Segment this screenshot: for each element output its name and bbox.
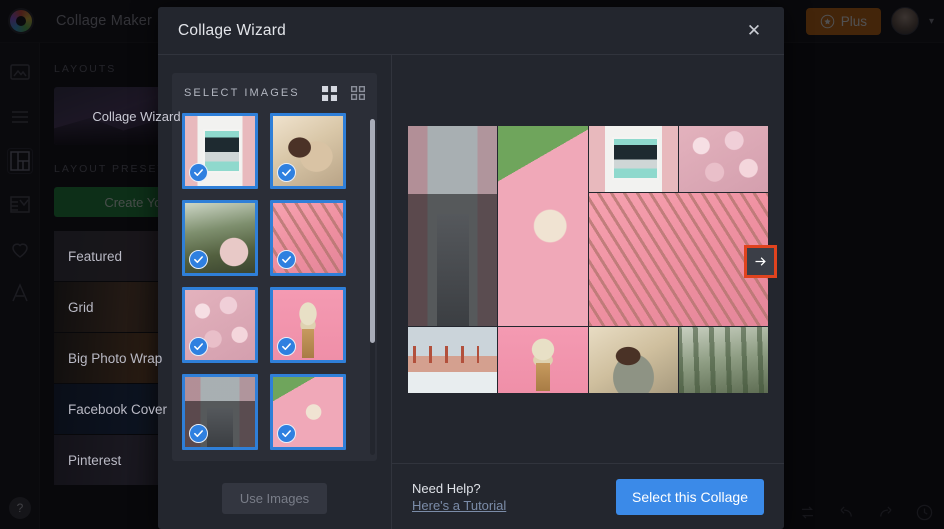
check-icon [189,337,208,356]
use-images-button[interactable]: Use Images [221,482,328,514]
collage-preview[interactable] [408,125,777,393]
preset-label: Big Photo Wrap [68,350,163,366]
tutorial-link[interactable]: Here's a Tutorial [412,498,506,513]
check-icon [277,163,296,182]
check-icon [277,424,296,443]
grid-large-icon[interactable] [322,85,337,101]
view-toggle-group [322,85,365,101]
image-thumbnail[interactable] [182,113,258,189]
collage-cell[interactable] [408,326,498,393]
application-window: Collage Maker ▾ Plus ▾ [0,0,944,529]
modal-body: SELECT IMAGES Use Images Need Help? Here… [158,55,784,529]
check-icon [277,337,296,356]
need-help-label: Need Help? [412,480,481,496]
select-this-collage-button[interactable]: Select this Collage [616,478,764,515]
collage-cell[interactable] [588,326,678,393]
modal-header: Collage Wizard ✕ [158,7,784,55]
image-thumbnail[interactable] [182,374,258,450]
thumbnail-grid [182,113,371,450]
thumbnail-scroll-area[interactable] [172,113,377,461]
collage-cell[interactable] [588,125,678,192]
check-icon [189,163,208,182]
image-thumbnail[interactable] [270,113,346,189]
check-icon [189,424,208,443]
grid-small-icon[interactable] [351,86,365,100]
collage-cell[interactable] [588,192,768,326]
image-picker-header: SELECT IMAGES [172,73,377,113]
collage-preview-pane [392,55,784,463]
collage-wizard-modal: Collage Wizard ✕ SELECT IMAGES Use Image… [158,7,784,529]
preset-label: Facebook Cover [68,401,168,417]
preset-label: Pinterest [68,452,122,468]
collage-preview-column: Need Help? Here's a Tutorial Select this… [392,55,784,529]
select-images-label: SELECT IMAGES [184,87,300,99]
check-icon [189,250,208,269]
preset-label: Featured [68,248,123,264]
collage-cell[interactable] [498,326,588,393]
image-picker-column: SELECT IMAGES Use Images [158,55,392,529]
modal-footer: Need Help? Here's a Tutorial Select this… [392,463,784,529]
help-text-block: Need Help? Here's a Tutorial [412,481,506,513]
preset-label: Grid [68,299,94,315]
next-collage-button[interactable] [744,244,777,278]
collage-wizard-card-label: Collage Wizard [92,108,181,124]
scrollbar-thumb[interactable] [370,119,375,343]
image-thumbnail[interactable] [270,287,346,363]
collage-cell[interactable] [678,125,768,192]
image-thumbnail[interactable] [270,374,346,450]
image-picker-panel: SELECT IMAGES [172,73,377,461]
image-thumbnail[interactable] [270,200,346,276]
modal-title: Collage Wizard [178,21,286,39]
image-thumbnail[interactable] [182,287,258,363]
collage-cell[interactable] [408,125,498,326]
check-icon [277,250,296,269]
arrow-right-icon [755,256,766,266]
close-icon[interactable]: ✕ [740,17,768,45]
image-thumbnail[interactable] [182,200,258,276]
use-images-row: Use Images [172,467,377,529]
collage-cell[interactable] [498,125,588,326]
collage-cell[interactable] [678,326,768,393]
